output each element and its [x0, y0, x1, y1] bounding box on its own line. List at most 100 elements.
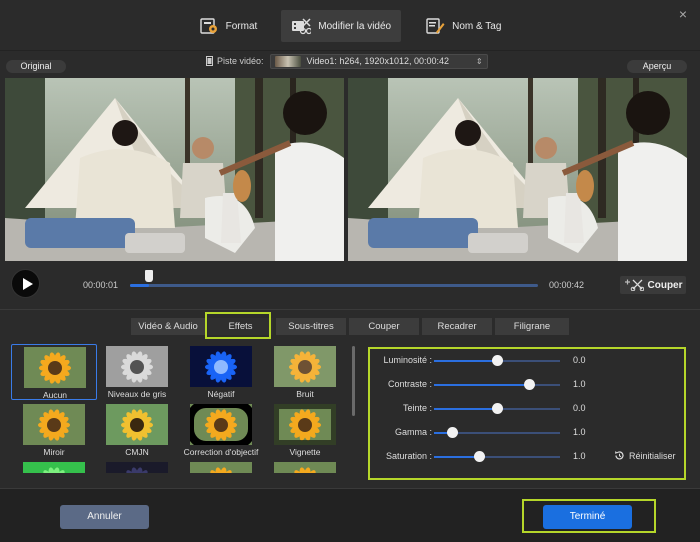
- tab-cut[interactable]: Couper: [349, 318, 419, 335]
- brightness-slider[interactable]: [434, 355, 560, 366]
- tab-subtitles[interactable]: Sous-titres: [276, 318, 346, 335]
- effect-item[interactable]: [94, 460, 180, 473]
- cancel-button[interactable]: Annuler: [60, 505, 149, 529]
- done-button[interactable]: Terminé: [543, 505, 632, 529]
- effect-thumbnail: [274, 346, 336, 387]
- reset-label: Réinitialiser: [629, 450, 676, 461]
- slider-knob[interactable]: [446, 427, 458, 438]
- effect-name: Miroir: [43, 447, 65, 457]
- hue-label: Teinte :: [402, 403, 432, 413]
- slider-fill: [434, 408, 497, 410]
- total-time: 00:00:42: [549, 280, 585, 290]
- effects-scrollbar[interactable]: [352, 346, 355, 416]
- effect-item[interactable]: Bruit: [262, 344, 341, 400]
- effect-thumbnail: [24, 347, 86, 388]
- scissors-icon: [624, 279, 644, 291]
- sunflower-thumbnail: [190, 346, 252, 387]
- effect-item[interactable]: Vignette: [262, 402, 341, 458]
- tab-effects[interactable]: Effets: [208, 318, 273, 335]
- effect-thumbnail: [274, 462, 336, 473]
- effect-thumbnail: [106, 346, 168, 387]
- timeline-handle[interactable]: [145, 270, 153, 282]
- effect-item[interactable]: [11, 460, 97, 473]
- brightness-value: 0.0: [573, 355, 586, 365]
- tab-cut-label: Couper: [368, 321, 400, 332]
- gamma-label: Gamma :: [394, 427, 432, 437]
- contrast-value: 1.0: [573, 379, 586, 389]
- effect-item[interactable]: Négatif: [178, 344, 264, 400]
- adjust-row-contrast: Contraste : 1.0: [370, 378, 686, 392]
- sunflower-thumbnail: [274, 404, 336, 445]
- effect-item[interactable]: [262, 460, 341, 473]
- sunflower-thumbnail: [23, 404, 85, 445]
- effect-thumbnail: [23, 462, 85, 473]
- tab-name-tag[interactable]: Nom & Tag: [415, 10, 511, 42]
- effect-item[interactable]: Niveaux de gris: [94, 344, 180, 400]
- adjust-row-brightness: Luminosité : 0.0: [370, 354, 686, 368]
- video-scene: [5, 78, 344, 261]
- effect-name: Vignette: [289, 447, 321, 457]
- saturation-slider[interactable]: [434, 451, 560, 462]
- sunflower-thumbnail: [274, 346, 336, 387]
- slider-fill: [434, 384, 529, 386]
- tab-name-tag-label: Nom & Tag: [452, 20, 502, 32]
- effect-item[interactable]: Correction d'objectif: [178, 402, 264, 458]
- adjustments-panel: Luminosité : 0.0 Contraste : 1.0 Teinte …: [368, 347, 686, 480]
- tab-subtitles-label: Sous-titres: [288, 321, 334, 332]
- tab-edit-video-label: Modifier la vidéo: [318, 20, 392, 32]
- effect-name: Bruit: [296, 389, 314, 399]
- current-time: 00:00:01: [83, 280, 119, 290]
- effect-item[interactable]: Miroir: [11, 402, 97, 458]
- slider-knob[interactable]: [474, 451, 486, 462]
- reset-icon: [615, 451, 624, 460]
- timeline-played: [130, 284, 149, 287]
- reset-button[interactable]: Réinitialiser: [614, 450, 676, 461]
- video-track-row: Piste vidéo: Video1: h264, 1920x1012, 00…: [206, 53, 488, 69]
- tab-video-audio-label: Vidéo & Audio: [138, 321, 198, 332]
- format-icon: [199, 16, 219, 36]
- effects-grid: Aucun Niveaux de gris Négatif Bruit Miro…: [9, 343, 341, 473]
- hue-value: 0.0: [573, 403, 586, 413]
- effect-name: Aucun: [42, 390, 68, 400]
- effect-name: Niveaux de gris: [107, 389, 167, 399]
- cut-button[interactable]: Couper: [620, 276, 686, 294]
- header-divider: [0, 50, 700, 51]
- effect-item[interactable]: [178, 460, 264, 473]
- tab-effects-label: Effets: [228, 321, 253, 332]
- tab-watermark[interactable]: Filigrane: [495, 318, 569, 335]
- effect-thumbnail: [106, 404, 168, 445]
- cut-button-label: Couper: [647, 279, 683, 291]
- timeline-track[interactable]: [130, 284, 538, 287]
- effect-item[interactable]: Aucun: [11, 344, 97, 400]
- tab-format[interactable]: Format: [189, 10, 268, 42]
- effect-name: Correction d'objectif: [183, 447, 259, 457]
- tab-video-audio[interactable]: Vidéo & Audio: [131, 318, 205, 335]
- brightness-label: Luminosité :: [383, 355, 432, 365]
- video-track-value: Video1: h264, 1920x1012, 00:00:42: [306, 56, 449, 66]
- original-label: Original: [6, 60, 66, 73]
- preview-video-frame: [348, 78, 687, 261]
- gamma-slider[interactable]: [434, 427, 560, 438]
- sunflower-thumbnail: [106, 404, 168, 445]
- video-scene: [348, 78, 687, 261]
- edit-video-icon: [291, 16, 313, 36]
- effect-thumbnail: [190, 346, 252, 387]
- slider-knob[interactable]: [523, 379, 535, 390]
- saturation-value: 1.0: [573, 451, 586, 461]
- section-divider: [0, 309, 700, 310]
- tab-crop-label: Recadrer: [437, 321, 477, 332]
- gamma-value: 1.0: [573, 427, 586, 437]
- slider-knob[interactable]: [492, 355, 503, 366]
- original-video-frame: [5, 78, 344, 261]
- play-button[interactable]: [11, 269, 40, 298]
- contrast-slider[interactable]: [434, 379, 560, 390]
- slider-knob[interactable]: [492, 403, 503, 414]
- tab-crop[interactable]: Recadrer: [422, 318, 492, 335]
- slider-fill: [434, 360, 497, 362]
- updown-chevron-icon: ⇕: [475, 56, 483, 66]
- saturation-label: Saturation :: [385, 451, 432, 461]
- effect-item[interactable]: CMJN: [94, 402, 180, 458]
- video-track-select[interactable]: Video1: h264, 1920x1012, 00:00:42 ⇕: [269, 53, 488, 69]
- hue-slider[interactable]: [434, 403, 560, 414]
- tab-edit-video[interactable]: Modifier la vidéo: [281, 10, 402, 42]
